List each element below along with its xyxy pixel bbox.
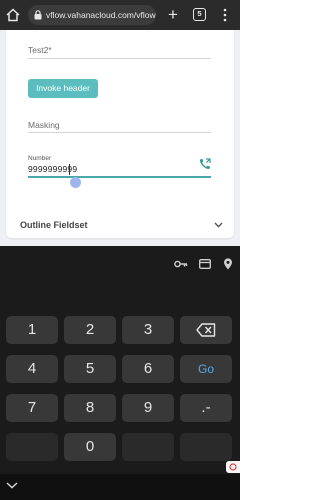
test2-field[interactable]: Test2* [28, 45, 52, 55]
key-7[interactable]: 7 [6, 394, 58, 422]
number-label: Number [28, 155, 52, 162]
key-4[interactable]: 4 [6, 355, 58, 383]
blank-key-left [6, 433, 58, 461]
new-tab-button[interactable]: + [166, 6, 180, 23]
floating-tab-icon [229, 463, 237, 471]
more-menu-icon[interactable] [222, 8, 228, 22]
keyboard-toolbar [0, 246, 240, 282]
backspace-key[interactable] [180, 316, 232, 344]
invoke-header-button[interactable]: Invoke header [28, 79, 98, 98]
text-cursor-handle[interactable] [70, 177, 81, 188]
outline-fieldset-header[interactable]: Outline Fieldset [20, 220, 88, 230]
key-3[interactable]: 3 [122, 316, 174, 344]
floating-tab-button[interactable] [226, 461, 240, 473]
blank-key-right [180, 433, 232, 461]
system-nav-bar [0, 474, 240, 500]
punctuation-key[interactable]: .- [180, 394, 232, 422]
key-9[interactable]: 9 [122, 394, 174, 422]
key-1[interactable]: 1 [6, 316, 58, 344]
tab-switcher-button[interactable]: 5 [193, 8, 206, 21]
collapse-keyboard-icon[interactable] [6, 482, 18, 489]
credit-card-icon[interactable] [199, 259, 211, 269]
location-pin-icon[interactable] [223, 258, 233, 270]
blank-key-middle [122, 433, 174, 461]
text-caret [69, 164, 70, 175]
form-card [6, 30, 234, 238]
key-6[interactable]: 6 [122, 355, 174, 383]
browser-toolbar: vflow.vahanacloud.com/vflow + 5 [0, 0, 240, 30]
phone-call-icon[interactable] [199, 158, 211, 170]
backspace-icon [196, 323, 216, 337]
go-key[interactable]: Go [180, 355, 232, 383]
home-icon[interactable] [6, 8, 20, 22]
page-content [0, 30, 240, 246]
key-8[interactable]: 8 [64, 394, 116, 422]
key-0[interactable]: 0 [64, 433, 116, 461]
url-text: vflow.vahanacloud.com/vflow [46, 10, 156, 20]
key-icon[interactable] [174, 259, 188, 269]
chevron-down-icon[interactable] [214, 222, 223, 228]
address-bar[interactable]: vflow.vahanacloud.com/vflow [28, 5, 156, 25]
test2-underline [28, 58, 211, 59]
masking-field[interactable]: Masking [28, 120, 60, 130]
masking-underline [28, 132, 211, 133]
key-2[interactable]: 2 [64, 316, 116, 344]
number-underline-active [28, 176, 211, 178]
key-5[interactable]: 5 [64, 355, 116, 383]
lock-icon [34, 10, 42, 20]
